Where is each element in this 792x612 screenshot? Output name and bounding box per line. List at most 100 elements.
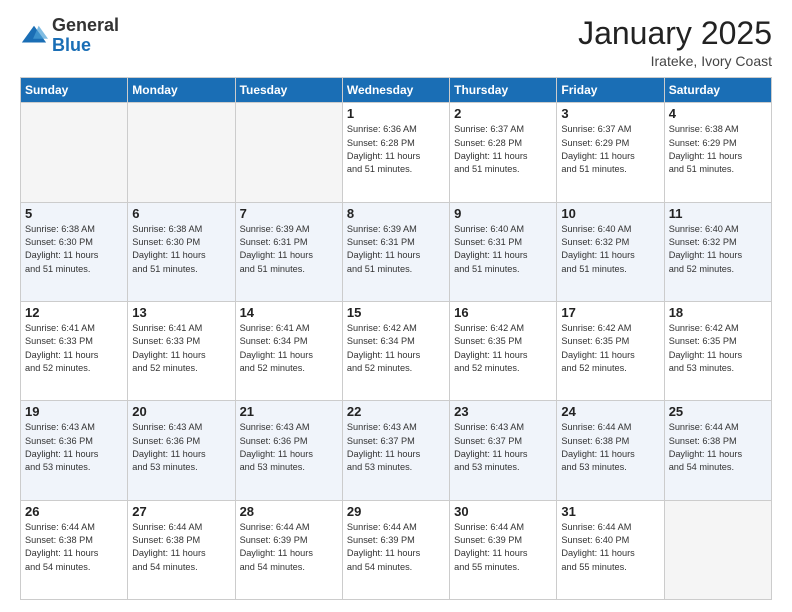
day-info: Sunrise: 6:38 AM Sunset: 6:30 PM Dayligh…: [25, 223, 123, 276]
calendar-day-cell: 18 Sunrise: 6:42 AM Sunset: 6:35 PM Dayli…: [664, 301, 771, 400]
day-info: Sunrise: 6:40 AM Sunset: 6:32 PM Dayligh…: [669, 223, 767, 276]
calendar-day-cell: 21 Sunrise: 6:43 AM Sunset: 6:36 PM Dayli…: [235, 401, 342, 500]
calendar-day-cell: 3 Sunrise: 6:37 AM Sunset: 6:29 PM Daylig…: [557, 103, 664, 202]
calendar-table: SundayMondayTuesdayWednesdayThursdayFrid…: [20, 77, 772, 600]
day-number: 29: [347, 504, 445, 519]
calendar-week-row: 1Sunrise: 6:36 AM Sunset: 6:28 PM Daylig…: [21, 103, 772, 202]
day-number: 16: [454, 305, 552, 320]
calendar-day-cell: [128, 103, 235, 202]
calendar-day-header: Sunday: [21, 78, 128, 103]
location-subtitle: Irateke, Ivory Coast: [578, 53, 772, 69]
day-number: 31: [561, 504, 659, 519]
day-info: Sunrise: 6:43 AM Sunset: 6:36 PM Dayligh…: [132, 421, 230, 474]
day-info: Sunrise: 6:40 AM Sunset: 6:32 PM Dayligh…: [561, 223, 659, 276]
day-number: 13: [132, 305, 230, 320]
day-number: 21: [240, 404, 338, 419]
day-number: 9: [454, 206, 552, 221]
calendar-day-header: Thursday: [450, 78, 557, 103]
calendar-day-cell: 24 Sunrise: 6:44 AM Sunset: 6:38 PM Dayli…: [557, 401, 664, 500]
day-info: Sunrise: 6:39 AM Sunset: 6:31 PM Dayligh…: [240, 223, 338, 276]
title-area: January 2025 Irateke, Ivory Coast: [578, 16, 772, 69]
calendar-day-cell: 16 Sunrise: 6:42 AM Sunset: 6:35 PM Dayli…: [450, 301, 557, 400]
calendar-day-cell: 4 Sunrise: 6:38 AM Sunset: 6:29 PM Daylig…: [664, 103, 771, 202]
day-number: 30: [454, 504, 552, 519]
calendar-week-row: 26 Sunrise: 6:44 AM Sunset: 6:38 PM Dayli…: [21, 500, 772, 599]
calendar-day-cell: 25 Sunrise: 6:44 AM Sunset: 6:38 PM Dayli…: [664, 401, 771, 500]
day-number: 24: [561, 404, 659, 419]
calendar-day-cell: 11Sunrise: 6:40 AM Sunset: 6:32 PM Dayli…: [664, 202, 771, 301]
day-info: Sunrise: 6:40 AM Sunset: 6:31 PM Dayligh…: [454, 223, 552, 276]
logo: General Blue: [20, 16, 119, 56]
day-info: Sunrise: 6:43 AM Sunset: 6:37 PM Dayligh…: [454, 421, 552, 474]
day-info: Sunrise: 6:36 AM Sunset: 6:28 PM Dayligh…: [347, 123, 445, 176]
calendar-day-cell: 27Sunrise: 6:44 AM Sunset: 6:38 PM Dayli…: [128, 500, 235, 599]
logo-blue-text: Blue: [52, 35, 91, 55]
day-info: Sunrise: 6:44 AM Sunset: 6:38 PM Dayligh…: [561, 421, 659, 474]
calendar-day-cell: 12Sunrise: 6:41 AM Sunset: 6:33 PM Dayli…: [21, 301, 128, 400]
calendar-day-cell: [664, 500, 771, 599]
day-info: Sunrise: 6:42 AM Sunset: 6:34 PM Dayligh…: [347, 322, 445, 375]
day-number: 8: [347, 206, 445, 221]
calendar-day-cell: 17 Sunrise: 6:42 AM Sunset: 6:35 PM Dayli…: [557, 301, 664, 400]
calendar-day-cell: 15 Sunrise: 6:42 AM Sunset: 6:34 PM Dayli…: [342, 301, 449, 400]
day-number: 10: [561, 206, 659, 221]
calendar-day-cell: 26 Sunrise: 6:44 AM Sunset: 6:38 PM Dayli…: [21, 500, 128, 599]
day-number: 20: [132, 404, 230, 419]
calendar-day-cell: 30 Sunrise: 6:44 AM Sunset: 6:39 PM Dayli…: [450, 500, 557, 599]
day-number: 5: [25, 206, 123, 221]
day-info: Sunrise: 6:37 AM Sunset: 6:28 PM Dayligh…: [454, 123, 552, 176]
day-info: Sunrise: 6:44 AM Sunset: 6:39 PM Dayligh…: [240, 521, 338, 574]
day-number: 18: [669, 305, 767, 320]
calendar-day-cell: 14Sunrise: 6:41 AM Sunset: 6:34 PM Dayli…: [235, 301, 342, 400]
calendar-day-cell: [235, 103, 342, 202]
calendar-day-cell: [21, 103, 128, 202]
logo-icon: [20, 22, 48, 50]
day-info: Sunrise: 6:38 AM Sunset: 6:30 PM Dayligh…: [132, 223, 230, 276]
calendar-week-row: 19 Sunrise: 6:43 AM Sunset: 6:36 PM Dayli…: [21, 401, 772, 500]
day-info: Sunrise: 6:44 AM Sunset: 6:38 PM Dayligh…: [25, 521, 123, 574]
day-number: 19: [25, 404, 123, 419]
calendar-week-row: 12 Sunrise: 6:41 AM Sunset: 6:33 PM Dayli…: [21, 301, 772, 400]
calendar-day-cell: 23 Sunrise: 6:43 AM Sunset: 6:37 PM Dayli…: [450, 401, 557, 500]
day-number: 23: [454, 404, 552, 419]
day-info: Sunrise: 6:41 AM Sunset: 6:33 PM Dayligh…: [132, 322, 230, 375]
day-number: 15: [347, 305, 445, 320]
calendar-day-header: Saturday: [664, 78, 771, 103]
calendar-week-row: 5 Sunrise: 6:38 AM Sunset: 6:30 PM Daylig…: [21, 202, 772, 301]
day-info: Sunrise: 6:38 AM Sunset: 6:29 PM Dayligh…: [669, 123, 767, 176]
day-number: 12: [25, 305, 123, 320]
calendar-day-cell: 28 Sunrise: 6:44 AM Sunset: 6:39 PM Dayli…: [235, 500, 342, 599]
day-info: Sunrise: 6:37 AM Sunset: 6:29 PM Dayligh…: [561, 123, 659, 176]
calendar-day-cell: 31 Sunrise: 6:44 AM Sunset: 6:40 PM Dayli…: [557, 500, 664, 599]
day-number: 7: [240, 206, 338, 221]
day-number: 6: [132, 206, 230, 221]
calendar-day-cell: 7 Sunrise: 6:39 AM Sunset: 6:31 PM Daylig…: [235, 202, 342, 301]
calendar-day-cell: 19Sunrise: 6:43 AM Sunset: 6:36 PM Dayli…: [21, 401, 128, 500]
page: General Blue January 2025 Irateke, Ivory…: [0, 0, 792, 612]
day-info: Sunrise: 6:43 AM Sunset: 6:37 PM Dayligh…: [347, 421, 445, 474]
day-info: Sunrise: 6:43 AM Sunset: 6:36 PM Dayligh…: [240, 421, 338, 474]
calendar-day-cell: 10 Sunrise: 6:40 AM Sunset: 6:32 PM Dayli…: [557, 202, 664, 301]
day-number: 3: [561, 106, 659, 121]
day-number: 22: [347, 404, 445, 419]
header: General Blue January 2025 Irateke, Ivory…: [20, 16, 772, 69]
day-info: Sunrise: 6:44 AM Sunset: 6:38 PM Dayligh…: [669, 421, 767, 474]
day-number: 28: [240, 504, 338, 519]
day-info: Sunrise: 6:42 AM Sunset: 6:35 PM Dayligh…: [454, 322, 552, 375]
calendar-day-cell: 20 Sunrise: 6:43 AM Sunset: 6:36 PM Dayli…: [128, 401, 235, 500]
day-number: 2: [454, 106, 552, 121]
calendar-day-cell: 1Sunrise: 6:36 AM Sunset: 6:28 PM Daylig…: [342, 103, 449, 202]
day-info: Sunrise: 6:41 AM Sunset: 6:34 PM Dayligh…: [240, 322, 338, 375]
day-info: Sunrise: 6:42 AM Sunset: 6:35 PM Dayligh…: [669, 322, 767, 375]
calendar-day-header: Monday: [128, 78, 235, 103]
day-number: 26: [25, 504, 123, 519]
day-info: Sunrise: 6:44 AM Sunset: 6:38 PM Dayligh…: [132, 521, 230, 574]
calendar-day-cell: 22 Sunrise: 6:43 AM Sunset: 6:37 PM Dayli…: [342, 401, 449, 500]
day-info: Sunrise: 6:44 AM Sunset: 6:39 PM Dayligh…: [454, 521, 552, 574]
day-info: Sunrise: 6:39 AM Sunset: 6:31 PM Dayligh…: [347, 223, 445, 276]
day-number: 25: [669, 404, 767, 419]
day-number: 17: [561, 305, 659, 320]
day-info: Sunrise: 6:44 AM Sunset: 6:40 PM Dayligh…: [561, 521, 659, 574]
day-info: Sunrise: 6:42 AM Sunset: 6:35 PM Dayligh…: [561, 322, 659, 375]
day-number: 4: [669, 106, 767, 121]
